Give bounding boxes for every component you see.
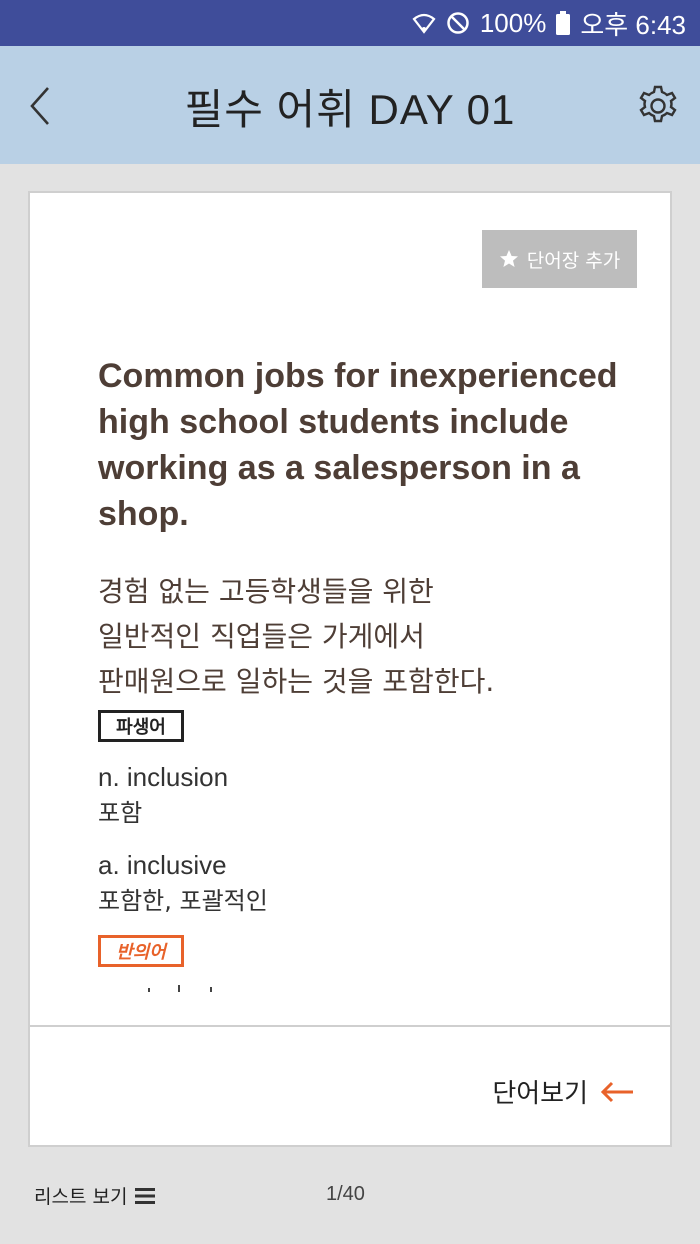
view-word-button[interactable]: 단어보기 [492, 1073, 634, 1110]
gear-icon [639, 85, 677, 123]
add-to-wordbook-label: 단어장 추가 [526, 249, 621, 272]
add-to-wordbook-button[interactable]: 단어장 추가 [482, 230, 637, 288]
page-counter: 1/40 [326, 1183, 365, 1205]
menu-icon [135, 1187, 156, 1204]
derivative-meaning: 포함한, 포괄적인 [98, 887, 268, 915]
list-view-button[interactable]: 리스트 보기 [34, 1182, 156, 1209]
battery-percent: 100% [479, 7, 547, 38]
derivative-meaning: 포함 [98, 799, 143, 827]
sentence-translation: 경험 없는 고등학생들을 위한 일반적인 직업들은 가게에서 판매원으로 일하는… [98, 569, 618, 704]
page-title: 필수 어휘 DAY 01 [184, 86, 516, 133]
star-icon [499, 250, 518, 267]
view-word-label: 단어보기 [492, 1079, 588, 1109]
app-bar: 필수 어휘 DAY 01 [0, 46, 700, 164]
vocabulary-card: 단어장 추가 Common jobs for inexperienced hig… [28, 191, 672, 1027]
status-bar: 100% 오후 6:43 [0, 0, 700, 46]
derived-words-tag: 파생어 [98, 710, 184, 742]
derivative-item: a. inclusive 포함한, 포괄적인 [98, 847, 268, 919]
clock: 오후 6:43 [580, 9, 686, 40]
bottom-bar: 리스트 보기 1/40 [0, 1160, 700, 1230]
settings-button[interactable] [636, 84, 680, 128]
translation-line: 일반적인 직업들은 가게에서 [98, 620, 425, 653]
clipped-content-hint [140, 985, 220, 995]
translation-line: 경험 없는 고등학생들을 위한 [98, 575, 434, 608]
translation-line: 판매원으로 일하는 것을 포함한다. [98, 665, 495, 698]
derivative-word: a. inclusive [98, 850, 227, 880]
card-footer: 단어보기 [28, 1025, 672, 1147]
derivative-word: n. inclusion [98, 762, 229, 792]
derivative-item: n. inclusion 포함 [98, 759, 228, 831]
wifi-icon [412, 12, 436, 34]
arrow-left-icon [600, 1081, 633, 1102]
do-not-disturb-icon [446, 11, 470, 35]
battery-icon [556, 11, 571, 35]
example-sentence: Common jobs for inexperienced high schoo… [98, 357, 618, 533]
antonym-tag: 반의어 [98, 935, 184, 967]
list-view-label: 리스트 보기 [34, 1186, 128, 1208]
